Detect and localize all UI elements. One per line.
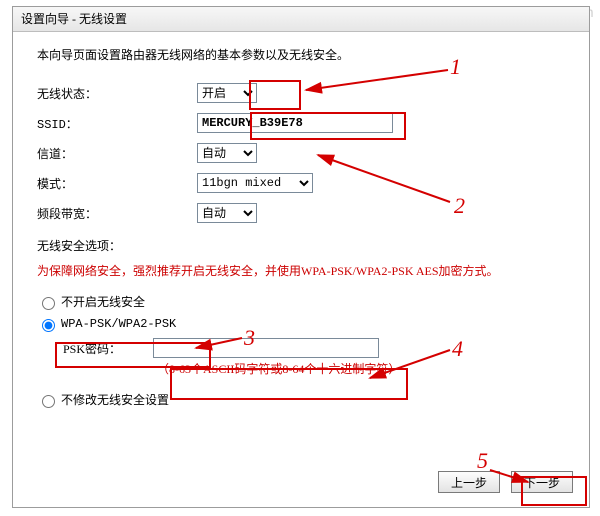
prev-button[interactable]: 上一步 <box>438 471 500 493</box>
label-mode: 模式： <box>37 175 197 192</box>
title-bar: 设置向导 - 无线设置 <box>13 7 589 32</box>
row-mode: 模式： 11bgn mixed <box>37 173 565 193</box>
radio-disable-label: 不开启无线安全 <box>61 293 145 310</box>
next-button[interactable]: 下一步 <box>511 471 573 493</box>
input-ssid[interactable] <box>197 113 393 133</box>
radio-row-wpa: WPA-PSK/WPA2-PSK <box>37 316 565 332</box>
intro-text: 本向导页面设置路由器无线网络的基本参数以及无线安全。 <box>37 46 565 63</box>
label-psk: PSK密码： <box>63 340 153 357</box>
security-section-title: 无线安全选项： <box>37 237 565 254</box>
button-bar: 上一步 下一步 <box>430 471 573 493</box>
row-bandwidth: 频段带宽： 自动 <box>37 203 565 223</box>
radio-wpa-psk[interactable] <box>42 319 55 332</box>
row-psk: PSK密码： <box>63 338 565 358</box>
row-ssid: SSID： <box>37 113 565 133</box>
label-ssid: SSID： <box>37 115 197 132</box>
input-psk[interactable] <box>153 338 379 358</box>
label-wireless-state: 无线状态： <box>37 85 197 102</box>
radio-disable-security[interactable] <box>42 297 55 310</box>
security-recommend: 为保障网络安全，强烈推荐开启无线安全，并使用WPA-PSK/WPA2-PSK A… <box>37 262 565 281</box>
radio-row-keep: 不修改无线安全设置 <box>37 391 565 408</box>
select-wireless-state[interactable]: 开启 <box>197 83 257 103</box>
content-area: 本向导页面设置路由器无线网络的基本参数以及无线安全。 无线状态： 开启 SSID… <box>13 32 589 408</box>
radio-wpa-label: WPA-PSK/WPA2-PSK <box>61 317 176 331</box>
row-wireless-state: 无线状态： 开启 <box>37 83 565 103</box>
select-channel[interactable]: 自动 <box>197 143 257 163</box>
label-bandwidth: 频段带宽： <box>37 205 197 222</box>
row-channel: 信道： 自动 <box>37 143 565 163</box>
radio-keep-label: 不修改无线安全设置 <box>61 391 169 408</box>
label-channel: 信道： <box>37 145 197 162</box>
dialog-window: 设置向导 - 无线设置 本向导页面设置路由器无线网络的基本参数以及无线安全。 无… <box>12 6 590 508</box>
select-mode[interactable]: 11bgn mixed <box>197 173 313 193</box>
select-bandwidth[interactable]: 自动 <box>197 203 257 223</box>
radio-row-disable: 不开启无线安全 <box>37 293 565 310</box>
psk-hint: （8-63个ASCII码字符或8-64个十六进制字符） <box>157 360 565 377</box>
radio-keep-settings[interactable] <box>42 395 55 408</box>
